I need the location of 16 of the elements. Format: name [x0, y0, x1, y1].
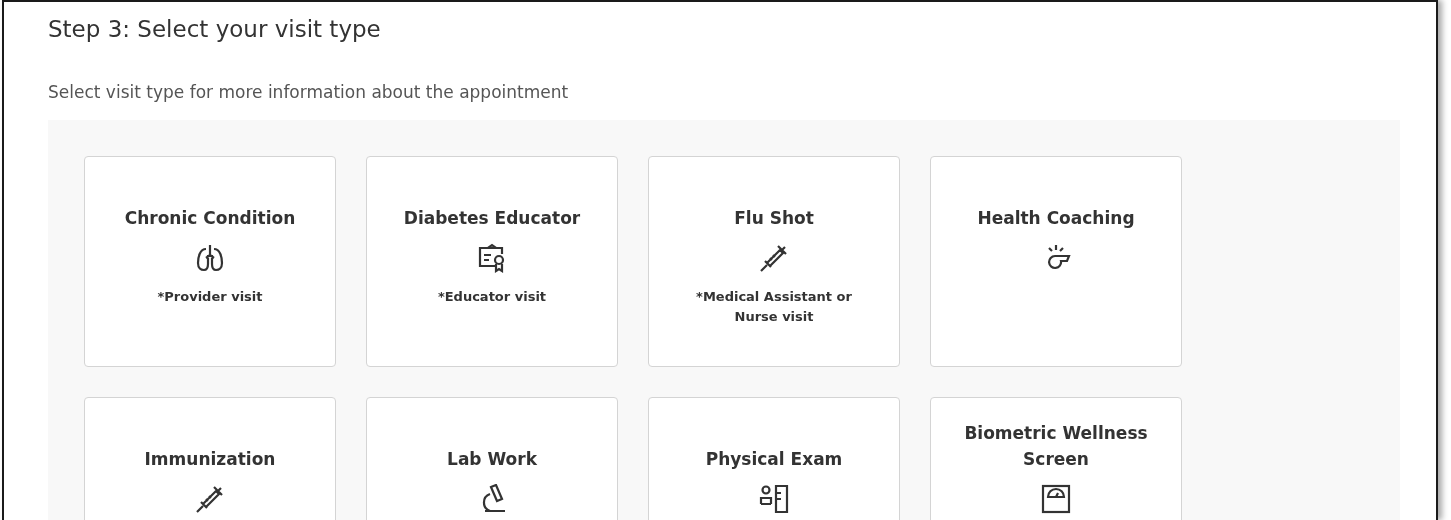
visit-type-card[interactable]: Physical Exam [648, 397, 900, 520]
certificate-icon [477, 243, 507, 273]
visit-type-card[interactable]: Immunization [84, 397, 336, 520]
person-chart-icon [759, 484, 789, 514]
visit-type-card[interactable]: Chronic Condition *Provider visit [84, 156, 336, 367]
visit-type-card[interactable]: Health Coaching [930, 156, 1182, 367]
syringe-icon [195, 484, 225, 514]
page-subtitle: Select visit type for more information about the appointment [48, 82, 569, 102]
visit-type-card[interactable]: Lab Work [366, 397, 618, 520]
page-heading: Step 3: Select your visit type [48, 16, 381, 42]
visit-type-card[interactable]: Diabetes Educator *Educator visit [366, 156, 618, 367]
syringe-icon [759, 243, 789, 273]
visit-type-card[interactable]: Flu Shot *Medical Assistant or Nurse visit [648, 156, 900, 367]
scale-icon [1041, 484, 1071, 514]
lungs-icon [195, 243, 225, 273]
visit-type-card[interactable]: Biometric Wellness Screen [930, 397, 1182, 520]
